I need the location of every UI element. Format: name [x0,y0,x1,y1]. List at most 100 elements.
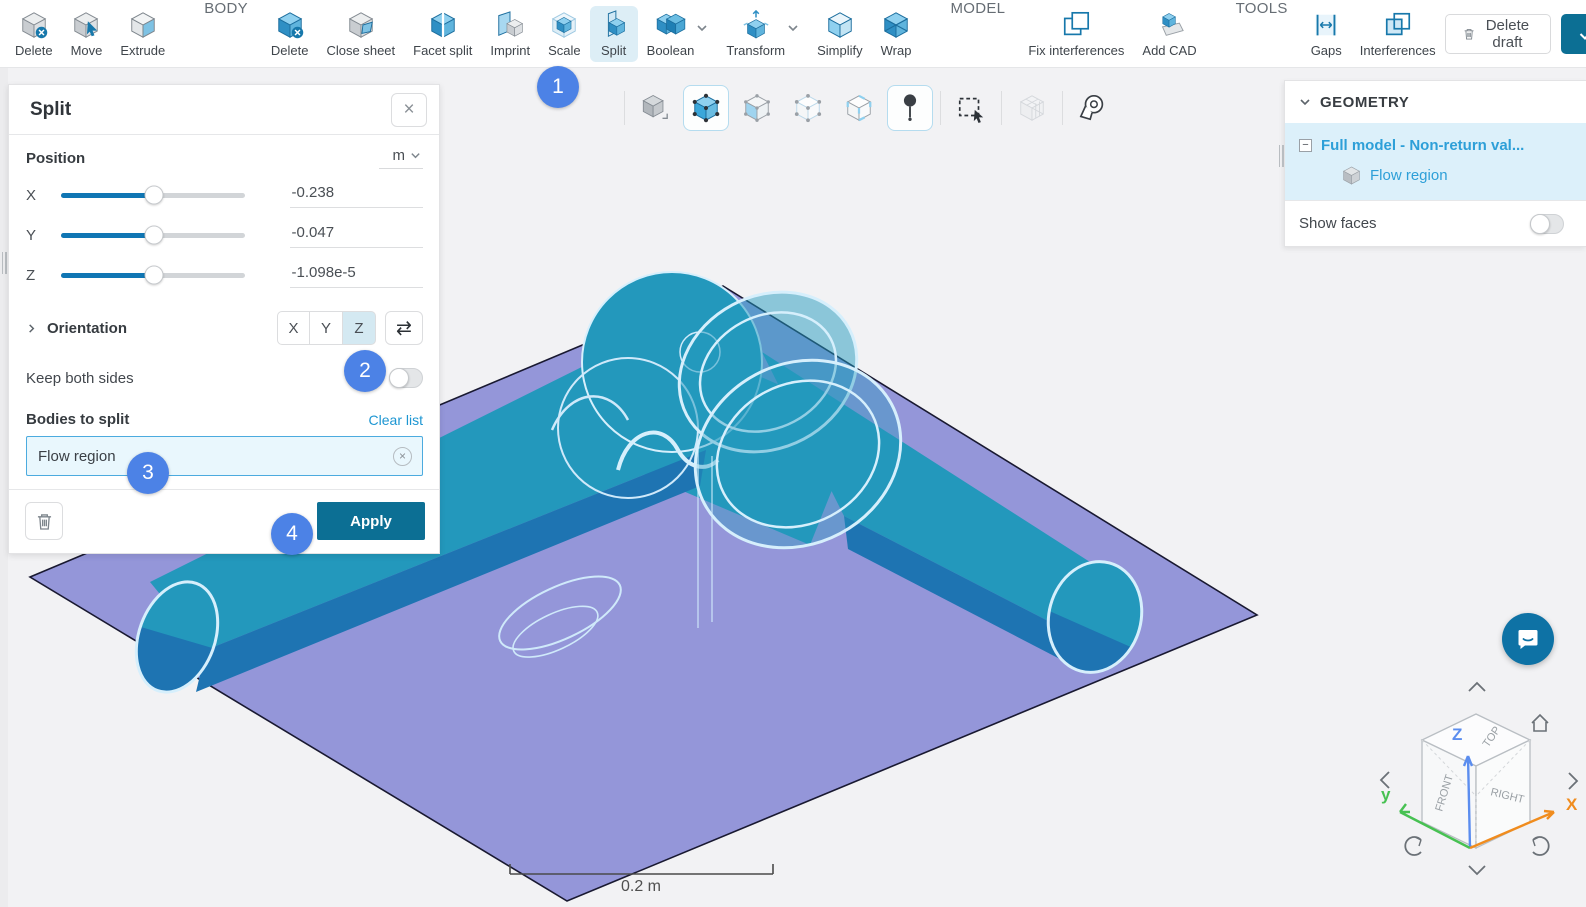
y-slider[interactable] [61,233,245,238]
measure-tool-button[interactable] [1070,85,1116,131]
annotation-badge-1: 1 [537,66,579,108]
toolbar-item-label: Delete [15,43,53,58]
axis-segmented-control: X Y Z [277,311,376,345]
orientation-x-button[interactable]: X [277,311,310,345]
boolean-button[interactable]: Boolean [638,6,718,62]
close-sheet-icon [346,10,376,40]
orientation-z-button[interactable]: Z [343,311,376,345]
resize-grip-icon [1,252,7,274]
flip-direction-button[interactable]: ⇄ [385,311,423,345]
simplify-icon [825,10,855,40]
wrap-button[interactable]: Wrap [872,6,921,62]
facet-split-button[interactable]: Facet split [404,6,481,62]
view-toolbar-separator [624,91,625,125]
toolbar-item-label: Facet split [413,43,472,58]
fix-interferences-icon [1061,10,1091,40]
close-sheet-button[interactable]: Close sheet [317,6,404,62]
scale-button[interactable]: Scale [539,6,590,62]
tree-root-label: Full model - Non-return val... [1321,137,1524,154]
selected-body-label: Flow region [38,448,116,465]
edge-select-button[interactable] [836,85,882,131]
orientation-toggle[interactable]: Orientation [26,320,127,337]
show-faces-row: Show faces [1285,200,1586,246]
z-value-field[interactable]: -1.098e-5 [290,262,423,288]
interferences-icon [1383,10,1413,40]
slider-row-z: Z -1.098e-5 [26,255,423,295]
body-delete-button[interactable]: Delete [262,6,318,62]
z-slider[interactable] [61,273,245,278]
chat-launcher-button[interactable] [1502,613,1554,665]
view-toolbar-separator [1001,91,1002,125]
toolbar-group-label: MODEL [950,0,1005,67]
fix-interferences-button[interactable]: Fix interferences [1019,6,1133,62]
save-button[interactable]: Save [1561,14,1586,54]
delete-operation-button[interactable] [25,502,63,540]
annotation-badge-3: 3 [127,452,169,494]
transform-button[interactable]: Transform [717,6,808,62]
scale-icon [549,10,579,40]
orientation-cube[interactable]: TOP FRONT RIGHT [1422,714,1530,848]
x-slider[interactable] [61,193,245,198]
axis-label: Y [26,227,61,244]
remove-body-button[interactable]: × [393,447,412,466]
vertex-select-icon [793,93,823,123]
geometry-header[interactable]: GEOMETRY [1285,81,1586,123]
split-button[interactable]: Split [590,6,638,62]
toolbar-item-label: Fix interferences [1028,43,1124,58]
view-cube-gizmo[interactable]: TOP FRONT RIGHT Z y X [1352,660,1586,892]
interferences-button[interactable]: Interferences [1351,6,1445,62]
rotate-down-chevron[interactable] [1469,866,1485,874]
show-faces-toggle[interactable] [1530,214,1564,234]
unit-dropdown[interactable]: m [379,147,424,169]
selected-body-item[interactable]: Flow region × [26,436,423,476]
rotate-cw-icon[interactable] [1533,837,1549,855]
orientation-y-button[interactable]: Y [310,311,343,345]
slider-handle[interactable] [145,226,164,245]
slider-handle[interactable] [145,186,164,205]
delete-draft-button[interactable]: Delete draft [1445,14,1551,54]
rotate-right-chevron[interactable] [1569,773,1577,789]
toolbar-item-label: Split [601,43,626,58]
solid-body-select-button[interactable] [632,85,678,131]
tree-item-full-model[interactable]: − Full model - Non-return val... [1285,131,1586,160]
slider-row-x: X -0.238 [26,175,423,215]
home-view-icon[interactable] [1532,715,1548,731]
box-select-button[interactable] [948,85,994,131]
facet-split-icon [428,10,458,40]
extrude-button[interactable]: Extrude [111,6,174,62]
tree-item-flow-region[interactable]: Flow region [1285,160,1586,190]
apply-button[interactable]: Apply [317,502,425,540]
clear-list-link[interactable]: Clear list [369,412,423,428]
x-value-field[interactable]: -0.238 [290,182,423,208]
mesh-cube-icon [1017,93,1047,123]
face-select-button[interactable] [734,85,780,131]
edge-select-icon [844,93,874,123]
view-toolbar-separator [940,91,941,125]
y-value-field[interactable]: -0.047 [290,222,423,248]
toolbar-item-label: Delete [271,43,309,58]
toolbar-group-label: TOOLS [1236,0,1288,67]
toolbar-item-label: Close sheet [326,43,395,58]
simplify-button[interactable]: Simplify [808,6,872,62]
bodies-to-split-label: Bodies to split [26,411,129,428]
move-button[interactable]: Move [62,6,112,62]
chevron-down-icon [696,22,708,34]
probe-point-button[interactable] [887,85,933,131]
slider-handle[interactable] [145,266,164,285]
vertex-select-button[interactable] [785,85,831,131]
close-panel-button[interactable]: × [391,93,427,127]
imprint-button[interactable]: Imprint [481,6,539,62]
rotate-up-chevron[interactable] [1469,683,1485,691]
collapse-icon[interactable]: − [1299,139,1312,152]
rotate-ccw-icon[interactable] [1405,837,1421,855]
keep-both-sides-toggle[interactable] [389,368,423,388]
toolbar-item-label: Gaps [1311,43,1342,58]
volume-select-icon [691,93,721,123]
resize-grip-icon [1278,145,1284,167]
mesh-view-button[interactable] [1009,85,1055,131]
delete-button[interactable]: Delete [6,6,62,62]
add-cad-button[interactable]: Add CAD [1133,6,1205,62]
volume-select-button[interactable] [683,85,729,131]
left-resize-rail[interactable] [0,68,8,907]
gaps-button[interactable]: Gaps [1302,6,1351,62]
